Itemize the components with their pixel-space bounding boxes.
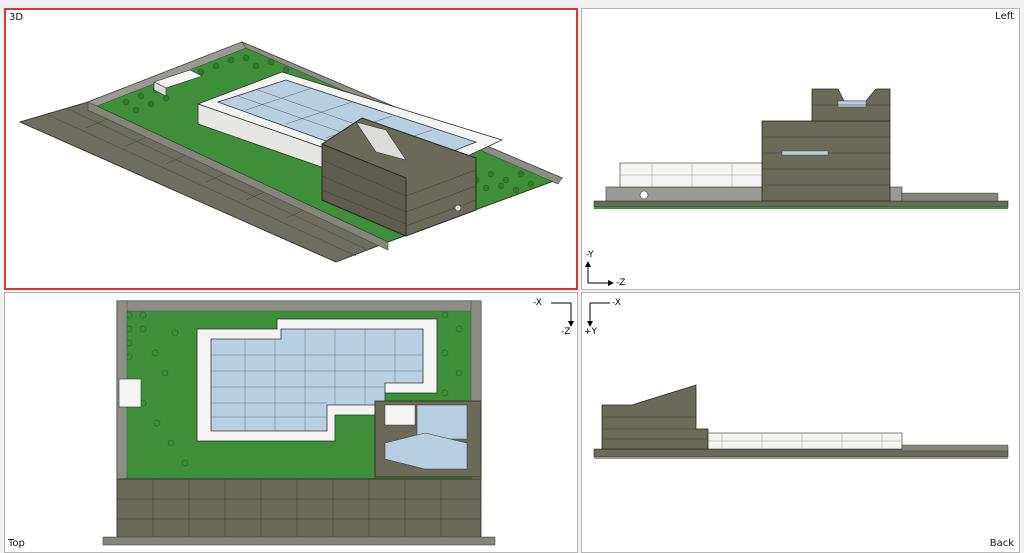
back-axis-right-label: -X — [612, 298, 621, 308]
top-axis-right-label: -X — [533, 298, 542, 308]
top-axis-indicator — [551, 302, 574, 327]
viewport-3d[interactable]: 3D — [4, 8, 578, 290]
left-axis-right-label: -Z — [616, 278, 626, 288]
viewport-left[interactable]: Left -Y -Z — [581, 8, 1020, 290]
top-axis-down-label: -Z — [561, 327, 571, 337]
viewport-back[interactable]: Back -X +Y — [581, 292, 1020, 553]
back-axis-down-label: +Y — [584, 327, 598, 337]
back-axis-indicator — [587, 302, 610, 327]
viewport-top[interactable]: Top -X -Z — [4, 292, 578, 553]
left-axis-indicator — [585, 261, 614, 286]
viewer-window: { "viewports": { "three_d": { "label": "… — [0, 0, 1024, 553]
left-axis-up-label: -Y — [586, 250, 594, 260]
model-3d-render — [18, 41, 564, 263]
